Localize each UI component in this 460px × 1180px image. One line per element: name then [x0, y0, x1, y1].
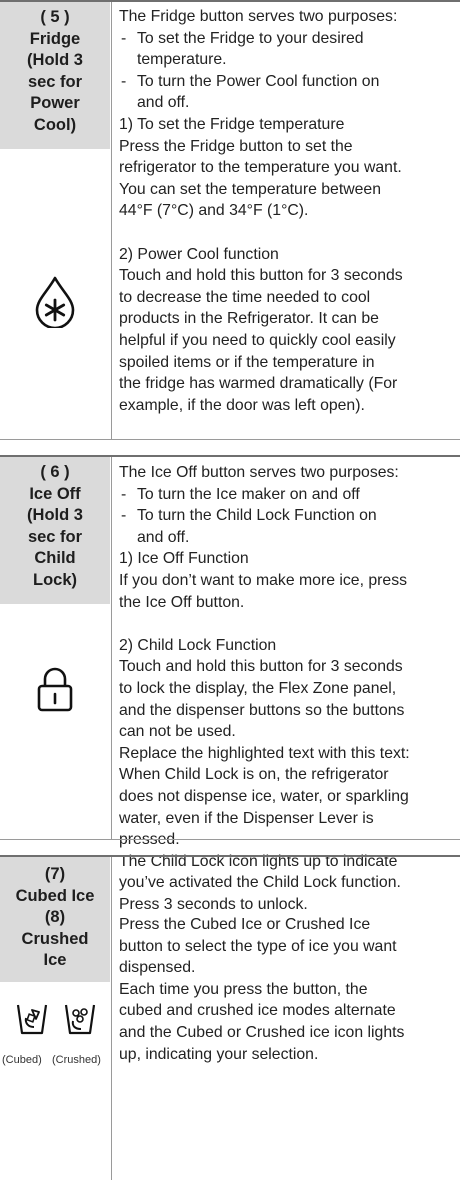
iceoff-label-line: Ice Off: [29, 484, 81, 503]
ice-label-line: Crushed: [21, 929, 89, 948]
crushed-caption: (Crushed): [52, 1054, 101, 1066]
bullet-line: and off.: [137, 94, 190, 112]
fridge-part2-line: example, if the door was left open).: [119, 396, 365, 414]
fridge-label-line: Cool): [33, 115, 77, 134]
fridge-part2-line: products in the Refrigerator. It can be: [119, 310, 379, 328]
iceoff-part2-line: water, even if the Dispenser Lever is: [119, 809, 374, 827]
column-divider-iceoff: [111, 457, 112, 839]
bullet-line: temperature.: [137, 51, 227, 69]
column-divider-ice: [111, 857, 112, 1180]
bottom-rule-fridge: [0, 439, 460, 440]
iceoff-part2-line: When Child Lock is on, the refrigerator: [119, 766, 389, 784]
iceoff-part2-line: and the dispenser buttons so the buttons: [119, 701, 405, 719]
iceoff-intro: The Ice Off button serves two purposes:: [119, 464, 399, 481]
iceoff-bullet: To turn the Ice maker on and off: [119, 484, 457, 506]
bullet-line: To set the Fridge to your desired: [137, 29, 364, 47]
ice-body-line: button to select the type of ice you wan…: [119, 937, 397, 955]
iceoff-part2-line: Press 3 seconds to unlock.: [119, 895, 308, 913]
fridge-bullet: To set the Fridge to your desired temper…: [119, 28, 457, 71]
ice-label-line: (8): [44, 908, 66, 926]
iceoff-bullet: To turn the Child Lock Function on and o…: [119, 505, 457, 548]
fridge-part2-line: helpful if you need to quickly cool easi…: [119, 331, 396, 349]
ice-label-line: (7): [44, 865, 66, 883]
iceoff-part2-line: Replace the highlighted text with this t…: [119, 744, 410, 762]
ice-body-line: Press the Cubed Ice or Crushed Ice: [119, 916, 371, 933]
bullet-line: To turn the Power Cool function on: [137, 72, 380, 90]
iceoff-part2-line: The Child Lock icon lights up to indicat…: [119, 852, 398, 870]
fridge-part1-line: You can set the temperature between: [119, 180, 381, 198]
ice-label-line: Ice: [43, 951, 67, 969]
iceoff-part2-heading: 2) Child Lock Function: [119, 636, 277, 654]
ice-body-line: up, indicating your selection.: [119, 1045, 319, 1063]
ice-button-label: (7) Cubed Ice (8) Crushed Ice: [0, 857, 110, 982]
iceoff-label-line: Child: [34, 549, 76, 567]
fridge-bullet: To turn the Power Cool function on and o…: [119, 71, 457, 114]
fridge-description: The Fridge button serves two purposes: T…: [119, 6, 457, 416]
column-divider-fridge: [111, 2, 112, 439]
ice-body-line: Each time you press the button, the: [119, 980, 368, 998]
bullet-line: and off.: [137, 528, 190, 546]
fridge-label-line: (Hold 3: [27, 51, 83, 69]
cubed-ice-glass-icon: [12, 1001, 52, 1037]
iceoff-part1-heading: 1) Ice Off Function: [119, 550, 249, 568]
iceoff-part2-line: does not dispense ice, water, or sparkli…: [119, 787, 409, 805]
ice-body-line: and the Cubed or Crushed ice icon lights: [119, 1023, 405, 1041]
bullet-line: To turn the Child Lock Function on: [137, 507, 377, 525]
ice-body-line: dispensed.: [119, 959, 196, 977]
fridge-part2-line: Touch and hold this button for 3 seconds: [119, 267, 403, 285]
fridge-label-line: sec for: [27, 72, 83, 91]
iceoff-label-line: (Hold 3: [27, 506, 83, 524]
fridge-button-label: ( 5 ) Fridge (Hold 3 sec for Power Cool): [0, 2, 110, 149]
fridge-part2-line: the fridge has warmed dramatically (For: [119, 375, 398, 393]
ice-body-line: cubed and crushed ice modes alternate: [119, 1002, 396, 1020]
iceoff-description: The Ice Off button serves two purposes: …: [119, 462, 457, 915]
iceoff-label-line: Lock): [32, 570, 77, 589]
fridge-part1-line: 44°F (7°C) and 34°F (1°C).: [119, 202, 309, 220]
iceoff-label-line: sec for: [27, 527, 83, 546]
iceoff-part1-line: the Ice Off button.: [119, 593, 245, 611]
bullet-line: To turn the Ice maker on and off: [137, 485, 360, 503]
iceoff-part2-line: Touch and hold this button for 3 seconds: [119, 658, 403, 676]
fridge-intro: The Fridge button serves two purposes:: [119, 8, 398, 25]
crushed-ice-glass-icon: [60, 1001, 100, 1037]
iceoff-label-line: ( 6 ): [40, 463, 70, 481]
iceoff-part1-line: If you don’t want to make more ice, pres…: [119, 571, 407, 589]
fridge-part2-line: spoiled items or if the temperature in: [119, 353, 375, 371]
ice-description: Press the Cubed Ice or Crushed Ice butto…: [119, 914, 457, 1065]
cubed-caption: (Cubed): [2, 1054, 42, 1066]
iceoff-part2-line: can not be used.: [119, 723, 236, 741]
fridge-part2-heading: 2) Power Cool function: [119, 245, 279, 263]
fridge-part1-heading: 1) To set the Fridge temperature: [119, 115, 345, 133]
fridge-label-line: ( 5 ): [40, 8, 70, 26]
ice-label-line: Cubed Ice: [15, 886, 95, 905]
fridge-part2-line: to decrease the time needed to cool: [119, 288, 371, 306]
padlock-icon: [0, 664, 110, 714]
fridge-label-line: Power: [30, 94, 80, 112]
fridge-power-cool-snowflake-drop-icon: [0, 272, 110, 330]
iceoff-part2-line: you’ve activated the Child Lock function…: [119, 874, 401, 892]
bottom-rule-iceoff: [0, 839, 460, 840]
iceoff-part2-line: to lock the display, the Flex Zone panel…: [119, 679, 397, 697]
fridge-part1-line: Press the Fridge button to set the: [119, 137, 353, 155]
fridge-label-line: Fridge: [29, 29, 81, 48]
fridge-part1-line: refrigerator to the temperature you want…: [119, 159, 402, 177]
iceoff-button-label: ( 6 ) Ice Off (Hold 3 sec for Child Lock…: [0, 457, 110, 604]
